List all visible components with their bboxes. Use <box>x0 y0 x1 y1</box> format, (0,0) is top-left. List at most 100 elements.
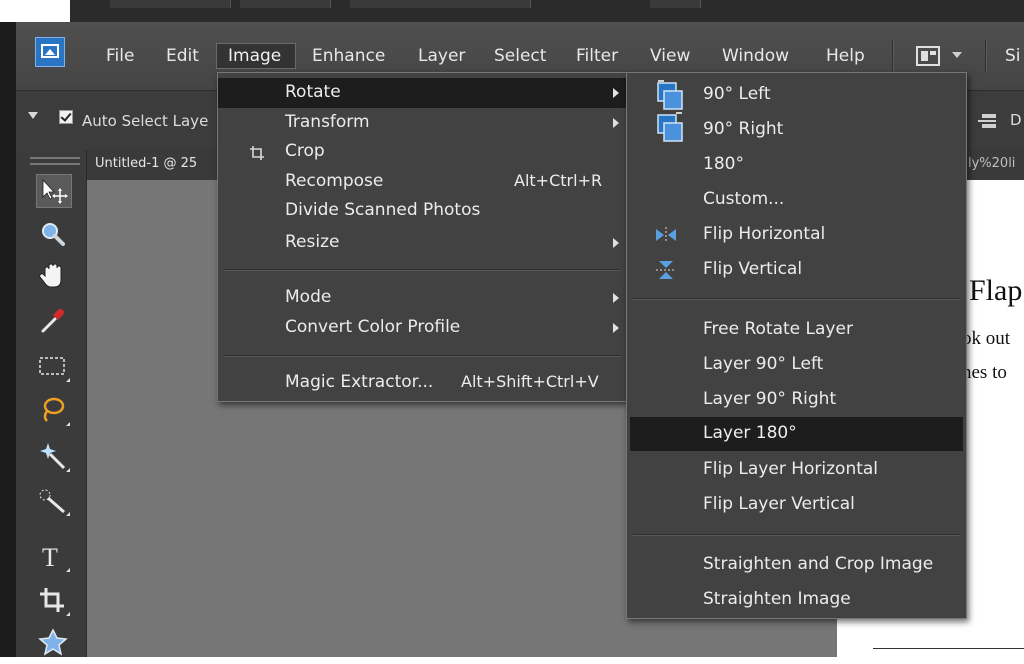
svg-text:T: T <box>42 543 58 572</box>
menu-item-crop[interactable]: Crop <box>218 137 627 167</box>
document-body-text: nes to <box>962 362 1007 383</box>
document-body-text: ok out <box>962 328 1011 349</box>
menu-edit[interactable]: Edit <box>166 46 199 66</box>
menu-item-straighten-image[interactable]: Straighten Image <box>627 585 966 615</box>
menu-item-label: 90° Right <box>703 119 784 139</box>
menu-item-rotate-90-right[interactable]: 90° Right <box>627 112 966 145</box>
submenu-arrow-icon <box>613 293 619 303</box>
menu-item-label: Layer 90° Right <box>703 389 837 409</box>
menu-item-label: Divide Scanned Photos <box>285 200 481 220</box>
menu-item-label: Custom... <box>703 189 785 209</box>
rotate-left-icon <box>657 80 683 110</box>
magic-wand-tool-icon[interactable] <box>36 440 72 474</box>
menu-item-magic-extractor[interactable]: Magic Extractor... Alt+Shift+Ctrl+V <box>218 368 627 398</box>
menu-item-label: Free Rotate Layer <box>703 319 853 339</box>
app-logo-icon[interactable] <box>35 37 65 67</box>
menu-item-rotate-90-left[interactable]: 90° Left <box>627 80 966 110</box>
menu-item-straighten-and-crop-image[interactable]: Straighten and Crop Image <box>627 550 966 580</box>
marquee-tool-icon[interactable] <box>36 350 72 384</box>
menu-item-convert-color-profile[interactable]: Convert Color Profile <box>218 313 627 343</box>
menu-item-label: Flip Vertical <box>703 259 803 279</box>
menu-item-layer-180[interactable]: Layer 180° <box>630 417 963 451</box>
eyedropper-tool-icon[interactable] <box>36 304 72 338</box>
move-tool-icon[interactable] <box>36 174 72 208</box>
zoom-tool-icon[interactable] <box>36 218 72 252</box>
menu-item-label: Rotate <box>285 82 341 102</box>
menu-item-rotate[interactable]: Rotate <box>218 78 627 108</box>
rotate-submenu: 90° Left 90° Right 180° Custom... Flip H… <box>626 72 967 619</box>
menu-item-label: Mode <box>285 287 332 307</box>
menu-item-divide-scanned-photos[interactable]: Divide Scanned Photos <box>218 196 627 226</box>
menu-item-label: Flip Layer Vertical <box>703 494 855 514</box>
menu-item-flip-layer-vertical[interactable]: Flip Layer Vertical <box>627 490 966 520</box>
menu-item-label: Magic Extractor... <box>285 372 434 392</box>
menu-select[interactable]: Select <box>494 46 546 66</box>
menu-item-shortcut: Alt+Shift+Ctrl+V <box>461 372 599 391</box>
submenu-arrow-icon <box>613 323 619 333</box>
document-tab-2[interactable]: ly%20li <box>968 156 1015 171</box>
menu-item-flip-layer-horizontal[interactable]: Flip Layer Horizontal <box>627 455 966 485</box>
distribute-icon[interactable] <box>978 113 998 129</box>
workspace-layout-icon[interactable] <box>916 46 940 66</box>
menu-item-label: Resize <box>285 232 340 252</box>
menu-enhance[interactable]: Enhance <box>312 46 385 66</box>
menu-item-mode[interactable]: Mode <box>218 283 627 313</box>
menu-item-rotate-180[interactable]: 180° <box>627 150 966 180</box>
window-left-edge <box>0 22 16 657</box>
menu-item-resize[interactable]: Resize <box>218 228 627 258</box>
menu-layer[interactable]: Layer <box>418 46 465 66</box>
type-tool-icon[interactable]: T <box>36 540 72 574</box>
menu-item-layer-90-right[interactable]: Layer 90° Right <box>627 385 966 415</box>
menu-view[interactable]: View <box>650 46 690 66</box>
menu-item-label: Flip Horizontal <box>703 224 826 244</box>
menu-image-label: Image <box>228 46 282 66</box>
menu-item-layer-90-left[interactable]: Layer 90° Left <box>627 350 966 380</box>
menubar-clipped-text[interactable]: Si <box>1005 46 1021 66</box>
menu-item-label: Straighten and Crop Image <box>703 554 934 574</box>
menu-item-label: Layer 180° <box>703 423 797 443</box>
panel-grip[interactable] <box>30 157 80 165</box>
menu-filter[interactable]: Filter <box>576 46 618 66</box>
menu-item-label: Straighten Image <box>703 589 851 609</box>
menu-separator <box>633 534 960 536</box>
menu-item-label: Convert Color Profile <box>285 317 461 337</box>
menu-item-free-rotate-layer[interactable]: Free Rotate Layer <box>627 315 966 345</box>
menu-item-label: Transform <box>285 112 370 132</box>
document-heading-text: Flap <box>969 274 1023 307</box>
auto-select-label: Auto Select Laye <box>82 112 209 130</box>
hand-tool-icon[interactable] <box>36 260 72 294</box>
menu-separator <box>224 269 621 271</box>
submenu-arrow-icon <box>613 118 619 128</box>
menu-item-shortcut: Alt+Ctrl+R <box>514 171 603 190</box>
menu-item-flip-horizontal[interactable]: Flip Horizontal <box>627 220 966 250</box>
auto-select-checkbox[interactable] <box>59 110 73 124</box>
menu-image[interactable]: Image <box>216 43 296 69</box>
document-rule <box>873 648 1024 649</box>
lasso-tool-icon[interactable] <box>36 394 72 428</box>
menu-window[interactable]: Window <box>722 46 789 66</box>
menu-item-rotate-custom[interactable]: Custom... <box>627 185 966 215</box>
distribute-label: D <box>1010 111 1022 129</box>
menu-item-label: 180° <box>703 154 744 174</box>
menu-item-flip-vertical[interactable]: Flip Vertical <box>627 255 966 285</box>
menu-item-transform[interactable]: Transform <box>218 108 627 138</box>
menu-separator <box>224 355 621 357</box>
crop-tool-icon[interactable] <box>36 584 72 618</box>
menubar-divider <box>892 40 894 72</box>
menu-help[interactable]: Help <box>826 46 865 66</box>
rotate-right-icon <box>657 112 683 142</box>
menu-item-label: Crop <box>285 141 325 161</box>
menu-item-label: Layer 90° Left <box>703 354 824 374</box>
quick-selection-tool-icon[interactable] <box>36 484 72 518</box>
tool-preset-dropdown-icon[interactable] <box>28 112 38 119</box>
menu-file[interactable]: File <box>106 46 134 66</box>
flip-horizontal-icon <box>656 227 676 243</box>
menu-item-recompose[interactable]: Recompose Alt+Ctrl+R <box>218 167 627 197</box>
submenu-arrow-icon <box>613 88 619 98</box>
chevron-down-icon[interactable] <box>952 52 962 58</box>
window-title-strip <box>70 0 1024 22</box>
document-tab[interactable]: Untitled-1 @ 25 <box>95 156 197 171</box>
menu-separator <box>633 298 960 300</box>
crop-icon <box>250 146 264 160</box>
menu-item-label: 90° Left <box>703 84 771 104</box>
